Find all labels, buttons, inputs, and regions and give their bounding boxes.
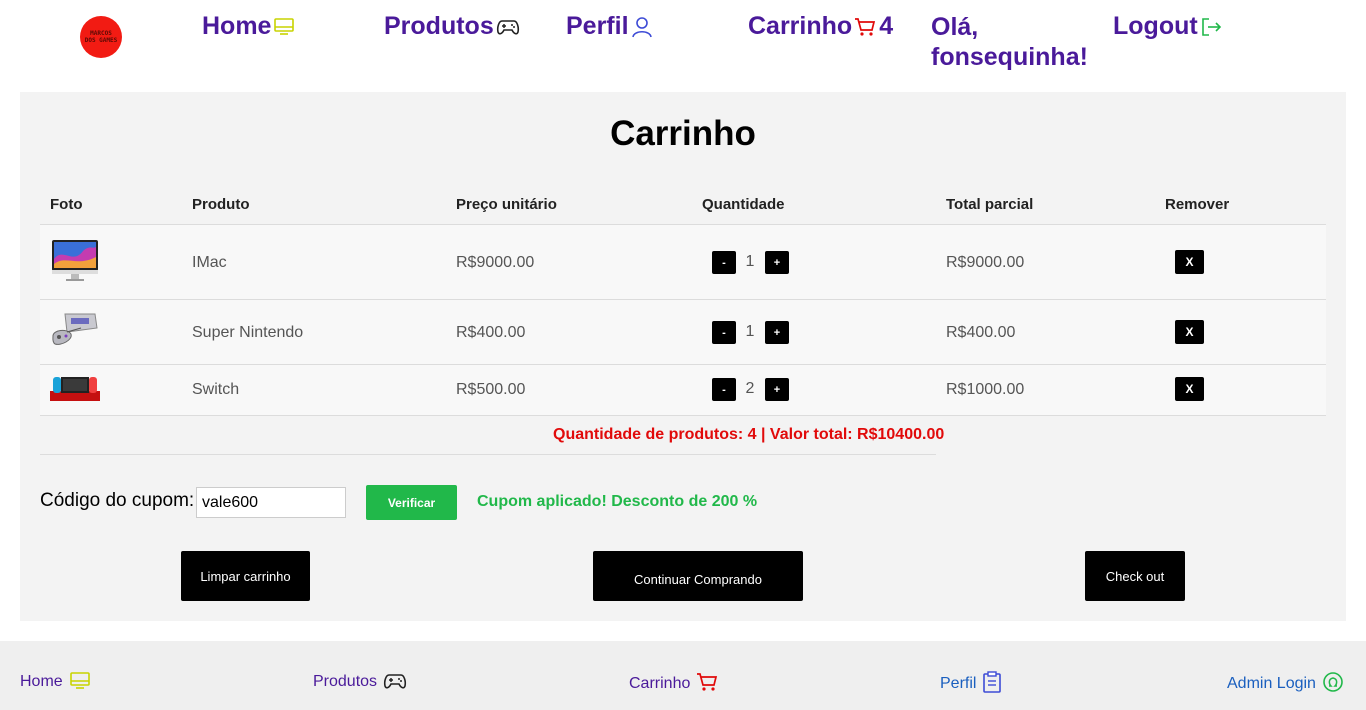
nav-produtos-label: Produtos: [384, 12, 494, 40]
footer-nav: Home Produtos Carrinho Perfil Admin Logi…: [0, 641, 1366, 710]
remove-item-button[interactable]: X: [1175, 320, 1204, 344]
user-greeting: Olá, fonsequinha!: [931, 13, 1088, 71]
column-header-foto: Foto: [50, 196, 83, 213]
unit-price: R$9000.00: [456, 254, 535, 271]
footer-admin-label: Admin Login: [1227, 675, 1316, 692]
nav-carrinho-label: Carrinho: [748, 12, 853, 40]
quantity-value: 2: [745, 380, 755, 397]
clipboard-icon: [983, 671, 1002, 693]
decrease-quantity-button[interactable]: -: [712, 321, 736, 344]
nav-perfil-link[interactable]: Perfil: [566, 12, 653, 41]
summary-divider: [40, 454, 936, 455]
decrease-quantity-button[interactable]: -: [712, 251, 736, 274]
monitor-icon: [69, 672, 90, 689]
cart-summary: Quantidade de produtos: 4 | Valor total:…: [553, 426, 945, 443]
column-header-total: Total parcial: [946, 196, 1034, 213]
remove-item-button[interactable]: X: [1175, 377, 1204, 401]
quantity-value: 1: [745, 323, 755, 340]
nav-carrinho-link[interactable]: Carrinho 4: [748, 12, 893, 41]
remove-item-button[interactable]: X: [1175, 250, 1204, 274]
footer-produtos-label: Produtos: [313, 673, 378, 690]
footer-perfil-label: Perfil: [940, 675, 977, 692]
table-row: IMac R$9000.00 - 1 + R$9000.00 X: [40, 224, 1326, 300]
cart-icon: [697, 673, 718, 691]
cart-panel: Carrinho Foto Produto Preço unitário Qua…: [20, 92, 1346, 621]
row-subtotal: R$1000.00: [946, 381, 1025, 398]
imac-thumbnail: [52, 240, 98, 281]
monitor-icon: [274, 17, 295, 35]
product-name: Switch: [192, 381, 240, 398]
cart-count-badge: 4: [879, 12, 894, 40]
nav-logout-label: Logout: [1113, 12, 1198, 40]
product-name: IMac: [192, 254, 227, 271]
verify-coupon-button[interactable]: Verificar: [366, 485, 457, 520]
column-header-remover: Remover: [1165, 196, 1230, 213]
column-header-quantidade: Quantidade: [702, 196, 785, 213]
footer-admin-login-link[interactable]: Admin Login: [1227, 671, 1344, 693]
clear-cart-button[interactable]: Limpar carrinho: [181, 551, 310, 601]
nav-home-link[interactable]: Home: [202, 12, 295, 41]
switch-thumbnail: [50, 377, 100, 401]
checkout-button[interactable]: Check out: [1085, 551, 1185, 601]
gamepad-icon: [496, 19, 519, 35]
user-icon: [631, 16, 652, 37]
coupon-label: Código do cupom:: [40, 490, 195, 511]
store-logo[interactable]: MARCOS DOS GAMES: [80, 16, 122, 58]
footer-carrinho-link[interactable]: Carrinho: [629, 671, 718, 693]
increase-quantity-button[interactable]: +: [765, 378, 789, 401]
top-navbar: MARCOS DOS GAMES Home Produtos Perfil Ca…: [0, 0, 1366, 92]
quantity-value: 1: [745, 253, 755, 270]
column-header-preco: Preço unitário: [456, 196, 557, 213]
column-header-produto: Produto: [192, 196, 250, 213]
page-title: Carrinho: [610, 114, 756, 153]
coupon-code-input[interactable]: [196, 487, 346, 518]
unit-price: R$400.00: [456, 324, 526, 341]
footer-produtos-link[interactable]: Produtos: [313, 671, 407, 691]
cart-icon: [855, 17, 876, 36]
nav-produtos-link[interactable]: Produtos: [384, 12, 520, 41]
logo-text: MARCOS DOS GAMES: [84, 30, 118, 44]
logout-icon: [1201, 17, 1221, 36]
omega-circle-icon: [1323, 672, 1343, 692]
snes-thumbnail: [52, 313, 98, 345]
coupon-status-message: Cupom aplicado! Desconto de 200 %: [477, 493, 758, 510]
footer-home-link[interactable]: Home: [20, 671, 91, 691]
nav-home-label: Home: [202, 12, 272, 40]
increase-quantity-button[interactable]: +: [765, 251, 789, 274]
nav-perfil-label: Perfil: [566, 12, 629, 40]
increase-quantity-button[interactable]: +: [765, 321, 789, 344]
decrease-quantity-button[interactable]: -: [712, 378, 736, 401]
continue-shopping-button[interactable]: Continuar Comprando: [593, 551, 803, 601]
footer-home-label: Home: [20, 673, 63, 690]
footer-carrinho-label: Carrinho: [629, 675, 691, 692]
table-row: Super Nintendo R$400.00 - 1 + R$400.00 X: [40, 299, 1326, 365]
row-subtotal: R$9000.00: [946, 254, 1025, 271]
footer-perfil-link[interactable]: Perfil: [940, 671, 1002, 693]
row-divider: [40, 415, 1326, 416]
gamepad-icon: [384, 674, 407, 689]
product-name: Super Nintendo: [192, 324, 304, 341]
row-subtotal: R$400.00: [946, 324, 1016, 341]
nav-logout-link[interactable]: Logout: [1113, 12, 1222, 41]
table-row: Switch R$500.00 - 2 + R$1000.00 X: [40, 364, 1326, 416]
unit-price: R$500.00: [456, 381, 526, 398]
